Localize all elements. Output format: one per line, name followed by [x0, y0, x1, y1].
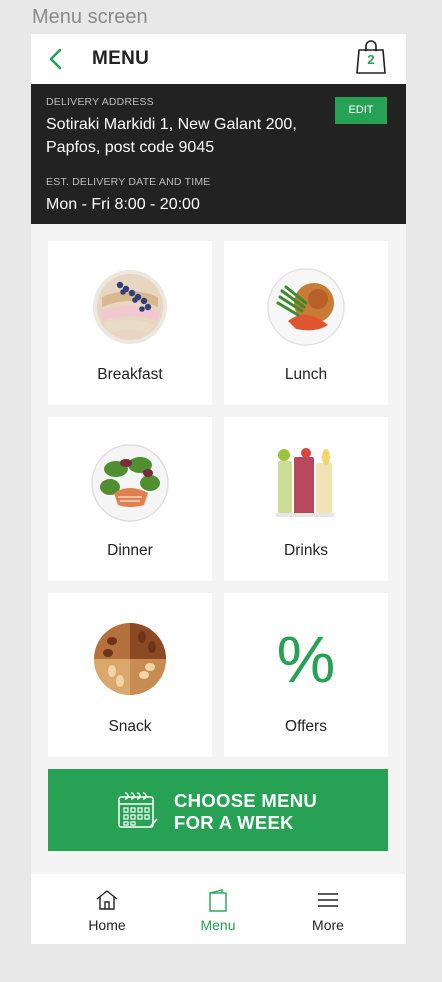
- dinner-salad-image: [91, 444, 169, 522]
- category-tile-offers[interactable]: % Offers: [224, 593, 388, 757]
- category-label-drinks: Drinks: [284, 542, 328, 559]
- choose-week-menu-button[interactable]: CHOOSE MENU FOR A WEEK: [48, 769, 388, 851]
- calendar-icon: [118, 792, 158, 828]
- nav-label-more: More: [312, 917, 344, 933]
- nav-label-home: Home: [88, 917, 126, 933]
- category-label-breakfast: Breakfast: [97, 366, 163, 383]
- category-tile-dinner[interactable]: Dinner: [48, 417, 212, 581]
- category-tile-snack[interactable]: Snack: [48, 593, 212, 757]
- home-icon: [96, 890, 118, 910]
- category-label-dinner: Dinner: [107, 542, 153, 559]
- delivery-address-label: DELIVERY ADDRESS: [46, 96, 154, 108]
- percent-icon: %: [276, 622, 336, 696]
- nav-item-more[interactable]: More: [283, 874, 373, 944]
- choose-week-menu-label: CHOOSE MENU FOR A WEEK: [174, 790, 317, 834]
- menu-bag-icon: [209, 889, 227, 912]
- delivery-time-label: EST. DELIVERY DATE AND TIME: [46, 176, 211, 188]
- cart-count-badge: 2: [367, 52, 375, 67]
- category-label-offers: Offers: [285, 718, 327, 735]
- screen-label: Menu screen: [32, 6, 148, 28]
- lunch-plate-image: [267, 268, 345, 346]
- category-tile-breakfast[interactable]: Breakfast: [48, 241, 212, 405]
- delivery-address-line2: Papfos, post code 9045: [46, 139, 215, 156]
- nav-label-menu: Menu: [200, 917, 236, 933]
- nuts-image: [94, 623, 166, 695]
- category-tile-drinks[interactable]: Drinks: [224, 417, 388, 581]
- top-bar: MENU 2: [31, 34, 406, 84]
- category-label-snack: Snack: [108, 718, 152, 735]
- chevron-left-icon: [49, 48, 62, 70]
- hamburger-icon: [318, 893, 338, 907]
- nav-item-home[interactable]: Home: [62, 874, 152, 944]
- bottom-nav: Home Menu More: [31, 874, 406, 944]
- breakfast-bowl-image: [93, 270, 167, 344]
- page-title: MENU: [92, 48, 150, 69]
- category-label-lunch: Lunch: [284, 366, 328, 383]
- choose-week-line2: FOR A WEEK: [174, 812, 294, 833]
- back-button[interactable]: [45, 46, 69, 72]
- nav-item-menu[interactable]: Menu: [173, 874, 263, 944]
- delivery-time-value: Mon - Fri 8:00 - 20:00: [46, 196, 200, 213]
- category-tile-lunch[interactable]: Lunch: [224, 241, 388, 405]
- edit-button[interactable]: EDIT: [335, 97, 387, 124]
- choose-week-line1: CHOOSE MENU: [174, 790, 318, 811]
- cart-button[interactable]: 2: [355, 38, 387, 76]
- drinks-image: [276, 448, 334, 517]
- phone-frame: MENU 2 DELIVERY ADDRESS Sotiraki Markidi…: [31, 34, 406, 944]
- delivery-address-line1: Sotiraki Markidi 1, New Galant 200,: [46, 116, 297, 133]
- delivery-panel: DELIVERY ADDRESS Sotiraki Markidi 1, New…: [31, 84, 406, 224]
